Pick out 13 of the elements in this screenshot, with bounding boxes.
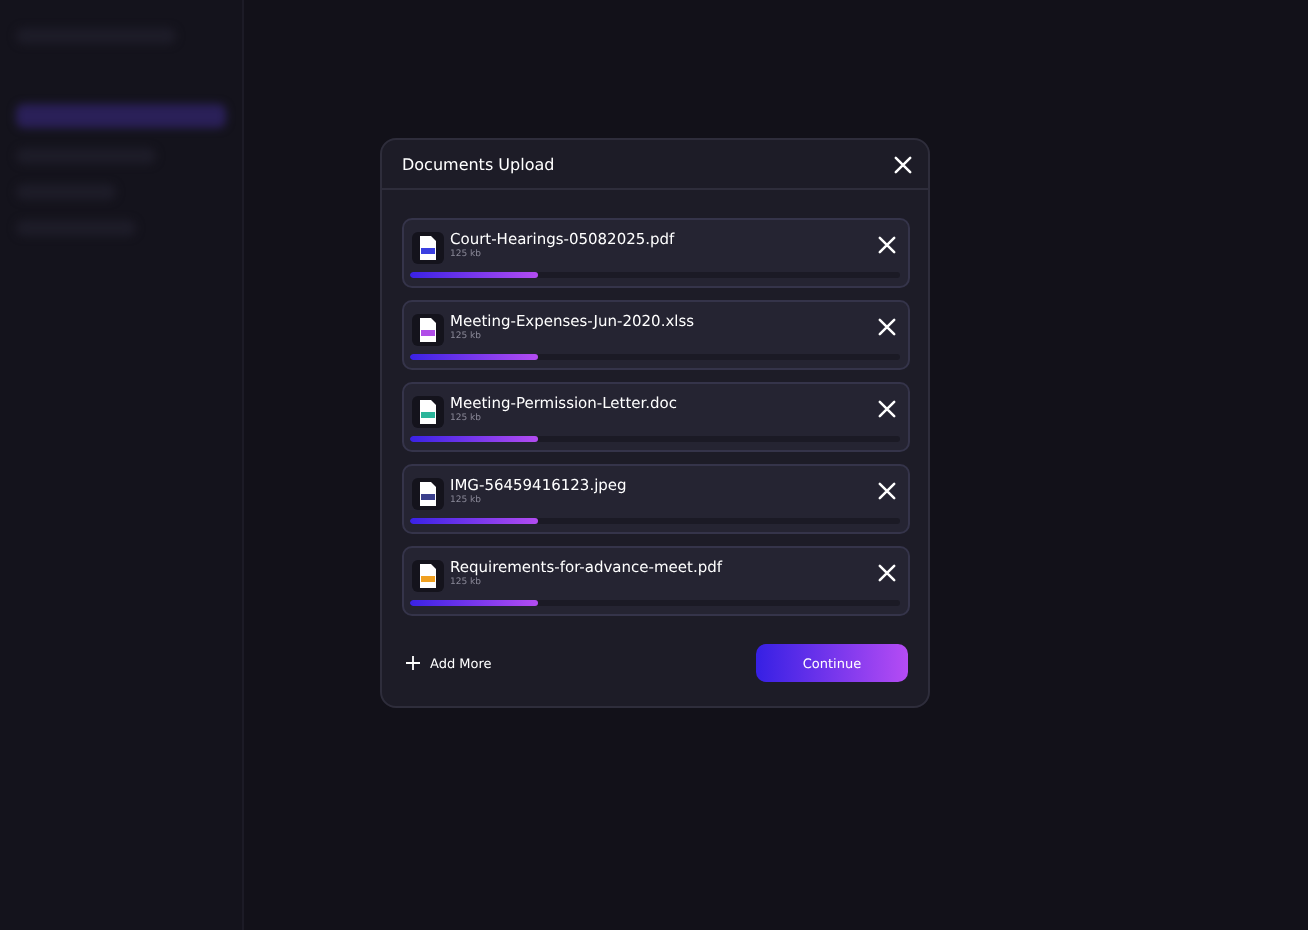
file-icon: [412, 478, 444, 510]
remove-button[interactable]: [878, 482, 896, 500]
plus-icon: [406, 656, 420, 670]
dialog-title: Documents Upload: [402, 155, 555, 173]
remove-button[interactable]: [878, 236, 896, 254]
remove-button[interactable]: [878, 564, 896, 582]
file-icon: [412, 560, 444, 592]
file-icon: [412, 314, 444, 346]
remove-button[interactable]: [878, 318, 896, 336]
file-icon: [412, 396, 444, 428]
remove-button[interactable]: [878, 400, 896, 418]
close-button[interactable]: [894, 155, 912, 173]
file-icon: [412, 232, 444, 264]
